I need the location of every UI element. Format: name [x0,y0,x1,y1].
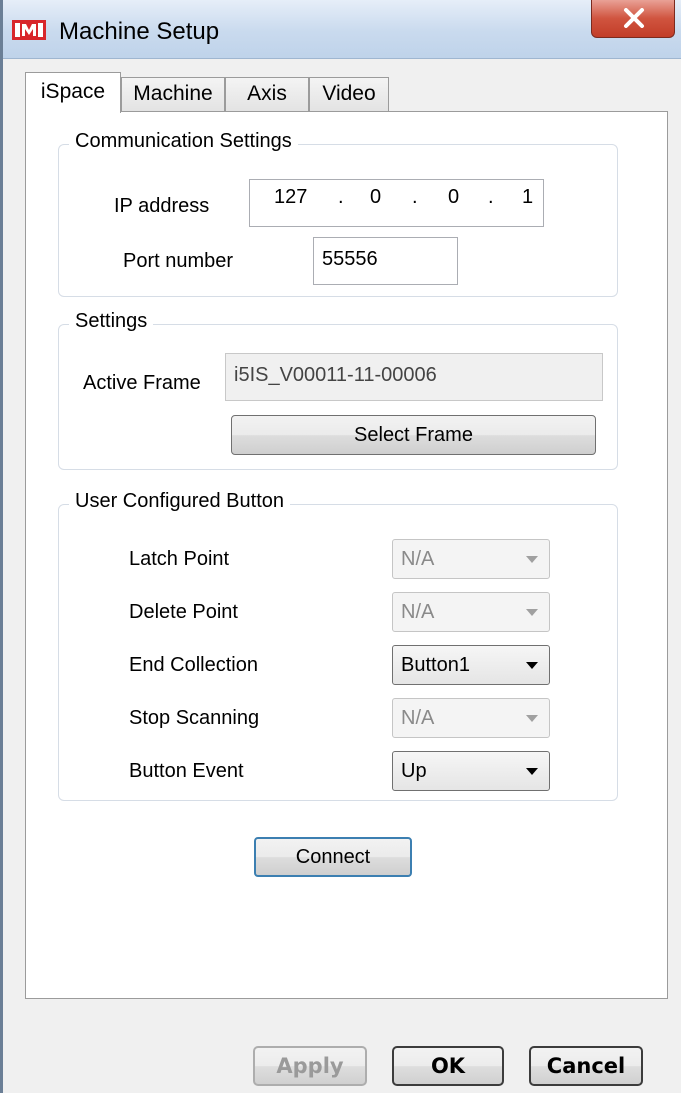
active-frame-label: Active Frame [83,372,201,394]
user-configured-button-group: User Configured Button Latch Point N/A D… [58,490,618,801]
delete-point-label: Delete Point [129,601,238,623]
button-event-label: Button Event [129,760,244,782]
button-event-select[interactable]: Up [392,751,550,791]
port-number-label: Port number [123,250,234,272]
settings-group: Settings Active Frame i5IS_V00011-11-000… [58,310,618,470]
cancel-button[interactable]: Cancel [529,1046,643,1086]
ip-dot-1: . [338,186,344,208]
user-configured-button-title: User Configured Button [69,490,291,513]
tab-ispace[interactable]: iSpace [25,72,121,113]
ip-dot-3: . [488,186,494,208]
ispace-tab-panel: Communication Settings IP address 127 . … [25,111,668,999]
ip-address-input[interactable]: 127 . 0 . 0 . 1 [249,179,544,227]
apply-button[interactable]: Apply [253,1046,367,1086]
window-title: Machine Setup [59,18,220,45]
end-collection-value: Button1 [401,654,470,676]
select-frame-button[interactable]: Select Frame [231,415,596,455]
stop-scanning-value: N/A [401,707,435,729]
ip-octet-4: 1 [522,186,534,208]
communication-settings-group: Communication Settings IP address 127 . … [58,130,618,297]
title-bar[interactable]: Machine Setup [3,0,681,59]
machine-setup-dialog: Machine Setup iSpace Machine Axis Video … [0,0,681,1093]
end-collection-label: End Collection [129,654,258,676]
settings-title: Settings [69,310,154,333]
app-logo-icon [12,18,46,42]
chevron-down-icon [526,609,538,616]
ip-octet-2: 0 [370,186,382,208]
latch-point-select[interactable]: N/A [392,539,550,579]
end-collection-select[interactable]: Button1 [392,645,550,685]
ok-button[interactable]: OK [392,1046,504,1086]
delete-point-select[interactable]: N/A [392,592,550,632]
delete-point-value: N/A [401,601,435,623]
chevron-down-icon [526,662,538,669]
stop-scanning-label: Stop Scanning [129,707,260,729]
ip-octet-1: 127 [274,186,308,208]
tab-axis[interactable]: Axis [225,77,309,111]
chevron-down-icon [526,715,538,722]
latch-point-value: N/A [401,548,435,570]
latch-point-label: Latch Point [129,548,230,570]
connect-button[interactable]: Connect [254,837,412,877]
stop-scanning-select[interactable]: N/A [392,698,550,738]
chevron-down-icon [526,768,538,775]
tab-video[interactable]: Video [309,77,389,111]
chevron-down-icon [526,556,538,563]
ip-octet-3: 0 [448,186,460,208]
communication-settings-title: Communication Settings [69,130,298,153]
ip-dot-2: . [412,186,418,208]
close-button[interactable] [591,0,675,38]
button-event-value: Up [401,760,427,782]
close-icon [624,8,644,28]
ip-address-label: IP address [114,195,210,217]
active-frame-value: i5IS_V00011-11-00006 [225,353,603,401]
tab-machine[interactable]: Machine [121,77,225,111]
port-number-input[interactable]: 55556 [313,237,458,285]
